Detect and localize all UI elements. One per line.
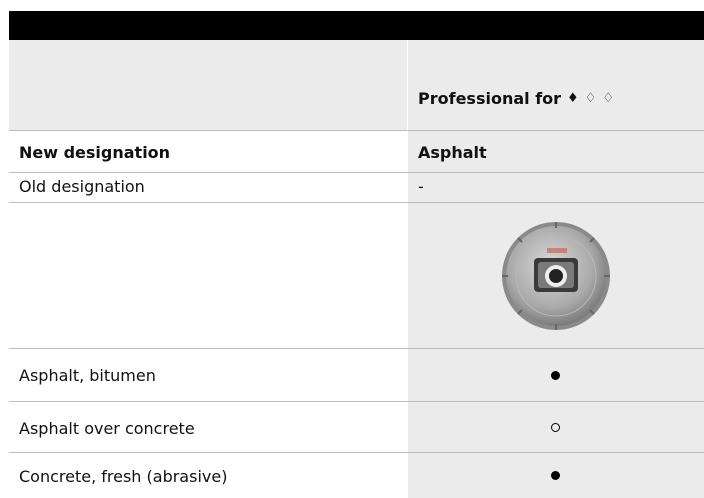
- application-label: Asphalt over concrete: [19, 419, 195, 438]
- old-designation-value: -: [418, 177, 424, 196]
- new-designation-value: Asphalt: [418, 143, 487, 162]
- table-top-bar: [9, 11, 704, 40]
- application-row: Asphalt over concrete: [9, 401, 704, 453]
- product-title: Professional for ♦ ♢ ♢: [418, 89, 614, 108]
- open-dot-icon: [551, 422, 560, 432]
- old-designation-row: Old designation -: [9, 172, 704, 203]
- old-designation-label: Old designation: [19, 177, 145, 196]
- new-designation-row: New designation Asphalt: [9, 130, 704, 173]
- product-name: Professional for: [418, 89, 562, 108]
- filled-dot-icon: [551, 370, 560, 380]
- application-label: Concrete, fresh (abrasive): [19, 467, 228, 486]
- new-designation-label: New designation: [19, 143, 171, 162]
- application-row: Asphalt, bitumen: [9, 348, 704, 402]
- application-label: Asphalt, bitumen: [19, 366, 156, 385]
- header-product-cell: Professional for ♦ ♢ ♢: [408, 40, 704, 130]
- diamond-filled-icon: ♦: [567, 91, 579, 106]
- diamond-outline-icon: ♢: [584, 91, 597, 106]
- filled-dot-icon: [551, 470, 560, 480]
- diamond-outline-icon: ♢: [602, 91, 614, 106]
- product-image-row: [9, 202, 704, 349]
- diamond-cutting-blade-image: [502, 222, 610, 330]
- table-header-row: Professional for ♦ ♢ ♢: [9, 40, 704, 130]
- application-row: Concrete, fresh (abrasive): [9, 452, 704, 498]
- header-empty-cell: [9, 40, 407, 130]
